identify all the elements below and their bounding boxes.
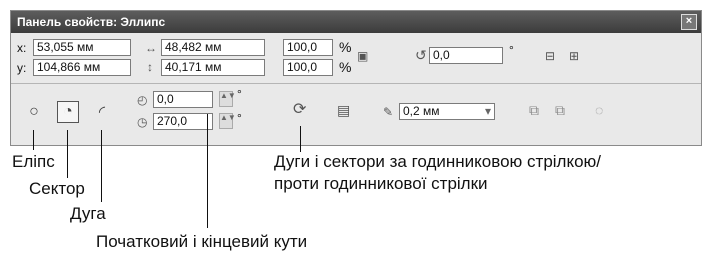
ellipse-button[interactable]: ○	[23, 101, 45, 123]
x-position-input[interactable]: 53,055 мм	[33, 39, 131, 56]
window-title: Панель свойств: Эллипс	[17, 15, 166, 29]
angles-leader-line	[207, 114, 208, 228]
convert-to-curves-icon[interactable]: ◌	[595, 103, 603, 117]
scale-x-percent: %	[339, 39, 352, 55]
ellipse-leader-line	[33, 130, 34, 150]
outline-pen-icon: ✎	[383, 105, 394, 119]
direction-caption-line1: Дуги і сектори за годинниковою стрілкою/	[274, 152, 602, 171]
lock-ratio-icon[interactable]: ▣	[357, 49, 368, 63]
angles-caption: Початковий і кінцевий кути	[96, 232, 308, 251]
sector-leader-line	[67, 130, 68, 178]
rotation-input[interactable]: 0,0	[429, 47, 503, 64]
arc-icon: ◜	[98, 104, 106, 121]
arc-caption: Дуга	[70, 204, 106, 223]
direction-leader-line	[300, 126, 301, 152]
rotate-icon: ↺	[415, 47, 427, 63]
arc-leader-line	[101, 130, 102, 202]
mirror-horizontal-icon[interactable]: ⊟	[545, 49, 555, 63]
start-angle-icon: ◴	[137, 93, 148, 107]
height-icon: ↕	[147, 60, 153, 74]
scale-y-percent: %	[339, 59, 352, 75]
start-angle-input[interactable]: 0,0	[153, 91, 213, 108]
width-input[interactable]: 48,482 мм	[161, 39, 265, 56]
close-icon[interactable]: ×	[681, 14, 697, 30]
position-size-row: x: 53,055 мм y: 104,866 мм ↔ 48,482 мм ↕…	[11, 35, 701, 84]
width-icon: ↔	[145, 41, 157, 55]
sector-button[interactable]: ◔	[57, 101, 79, 123]
end-angle-icon: ◷	[137, 115, 148, 129]
x-label: x:	[17, 41, 27, 55]
arc-button[interactable]: ◜	[91, 101, 113, 123]
ellipse-options-row: ○ ◔ ◜ ◴ 0,0 ▲▼ ° ◷ 270,0 ▲▼ ° ⟳ ▤ ✎ 0,2 …	[11, 85, 701, 147]
start-angle-degree: °	[237, 87, 242, 101]
y-label: y:	[17, 61, 27, 75]
mirror-vertical-icon[interactable]: ⊞	[569, 49, 579, 63]
chevron-down-icon: ▾	[484, 104, 491, 118]
to-back-icon[interactable]: ⧉	[555, 103, 565, 117]
rotation-degree: °	[509, 43, 514, 57]
ellipse-icon: ○	[29, 103, 39, 120]
scale-y-input[interactable]: 100,0	[283, 59, 333, 76]
direction-toggle-icon[interactable]: ⟳	[293, 102, 306, 118]
end-angle-degree: °	[237, 111, 242, 125]
scale-x-input[interactable]: 100,0	[283, 39, 333, 56]
outline-width-value: 0,2 мм	[403, 104, 440, 118]
title-bar: Панель свойств: Эллипс ×	[11, 11, 701, 33]
start-angle-spinner[interactable]: ▲▼	[219, 91, 236, 107]
end-angle-input[interactable]: 270,0	[153, 113, 213, 130]
to-front-icon[interactable]: ⧉	[529, 103, 539, 117]
sector-icon: ◔	[63, 103, 73, 120]
direction-caption-line2: проти годинникової стрілки	[274, 174, 488, 193]
height-input[interactable]: 40,171 мм	[161, 59, 265, 76]
wrap-text-icon[interactable]: ▤	[337, 103, 350, 117]
end-angle-spinner[interactable]: ▲▼	[219, 113, 236, 129]
outline-width-select[interactable]: 0,2 мм ▾	[399, 103, 495, 120]
sector-caption: Сектор	[29, 179, 85, 198]
y-position-input[interactable]: 104,866 мм	[33, 59, 131, 76]
ellipse-caption: Еліпс	[12, 152, 55, 171]
property-bar: Панель свойств: Эллипс × x: 53,055 мм y:…	[10, 10, 702, 146]
